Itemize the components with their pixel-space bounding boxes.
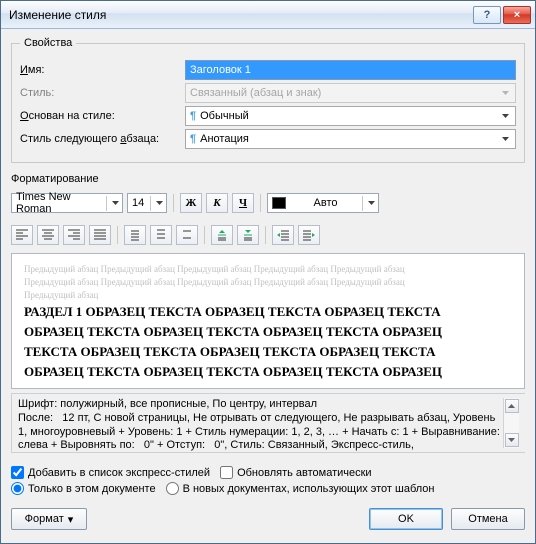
auto-color-swatch bbox=[272, 197, 286, 209]
chevron-down-icon[interactable] bbox=[106, 196, 121, 211]
add-to-express-input[interactable] bbox=[11, 466, 24, 479]
auto-update-input[interactable] bbox=[220, 466, 233, 479]
align-justify-button[interactable] bbox=[89, 225, 111, 245]
based-on-value: Обычный bbox=[200, 110, 249, 122]
modify-style-dialog: Изменение стиля ? × Свойства Имя: Стиль:… bbox=[0, 0, 536, 544]
next-style-combo[interactable]: ¶ Анотация bbox=[185, 129, 516, 149]
new-docs-input[interactable] bbox=[166, 482, 179, 495]
chevron-down-icon: ▾ bbox=[68, 513, 74, 526]
pilcrow-icon: ¶ bbox=[190, 110, 196, 122]
underline-button[interactable]: Ч bbox=[232, 193, 254, 213]
add-to-express-checkbox[interactable]: Добавить в список экспресс-стилей bbox=[11, 466, 210, 479]
properties-legend: Свойства bbox=[20, 37, 76, 49]
indent-decrease-button[interactable] bbox=[272, 225, 294, 245]
description-box: Шрифт: полужирный, все прописные, По цен… bbox=[11, 393, 525, 453]
ghost-text: Предыдущий абзац Предыдущий абзац Предыд… bbox=[24, 277, 512, 287]
paragraph-toolbar bbox=[11, 225, 525, 245]
formatting-label: Форматирование bbox=[11, 173, 525, 185]
cancel-button[interactable]: Отмена bbox=[451, 508, 525, 530]
align-left-button[interactable] bbox=[11, 225, 33, 245]
separator bbox=[204, 226, 205, 244]
new-docs-radio[interactable]: В новых документах, использующих этот ша… bbox=[166, 482, 435, 495]
chevron-down-icon bbox=[498, 86, 513, 101]
next-style-value: Анотация bbox=[200, 133, 249, 145]
pilcrow-icon: ¶ bbox=[190, 133, 196, 145]
font-toolbar: Times New Roman 14 Ж К Ч Авто bbox=[11, 193, 525, 213]
sample-text: РАЗДЕЛ 1 ОБРАЗЕЦ ТЕКСТА ОБРАЗЕЦ ТЕКСТА О… bbox=[24, 304, 512, 320]
based-on-combo[interactable]: ¶ Обычный bbox=[185, 106, 516, 126]
line-spacing-1-button[interactable] bbox=[124, 225, 146, 245]
name-input[interactable] bbox=[185, 60, 516, 80]
font-name-combo[interactable]: Times New Roman bbox=[11, 193, 123, 213]
titlebar: Изменение стиля ? × bbox=[1, 1, 535, 29]
chevron-down-icon[interactable] bbox=[498, 132, 513, 147]
format-button[interactable]: Формат ▾ bbox=[11, 508, 87, 530]
ghost-text: Предыдущий абзац Предыдущий абзац Предыд… bbox=[24, 264, 512, 274]
separator bbox=[260, 194, 261, 212]
sample-text: ТЕКСТА ОБРАЗЕЦ ТЕКСТА ОБРАЗЕЦ ТЕКСТА ОБР… bbox=[24, 344, 512, 360]
font-name-value: Times New Roman bbox=[16, 191, 103, 215]
scroll-up-button[interactable] bbox=[505, 399, 519, 413]
sample-text: ОБРАЗЕЦ ТЕКСТА ОБРАЗЕЦ ТЕКСТА ОБРАЗЕЦ ТЕ… bbox=[24, 324, 512, 340]
help-icon: ? bbox=[484, 9, 491, 21]
ok-button[interactable]: OK bbox=[369, 508, 443, 530]
style-type-label: Стиль: bbox=[20, 87, 185, 99]
auto-update-label: Обновлять автоматически bbox=[237, 467, 372, 479]
style-type-combo: Связанный (абзац и знак) bbox=[185, 83, 516, 103]
separator bbox=[173, 194, 174, 212]
help-button[interactable]: ? bbox=[473, 6, 501, 24]
line-spacing-15-button[interactable] bbox=[150, 225, 172, 245]
space-before-dec-button[interactable] bbox=[237, 225, 259, 245]
properties-group: Свойства Имя: Стиль: Связанный (абзац и … bbox=[11, 37, 525, 163]
preview-box: Предыдущий абзац Предыдущий абзац Предыд… bbox=[11, 253, 525, 389]
new-docs-label: В новых документах, использующих этот ша… bbox=[183, 483, 435, 495]
chevron-down-icon[interactable] bbox=[362, 196, 377, 211]
close-icon: × bbox=[514, 9, 520, 21]
font-color-combo[interactable]: Авто bbox=[267, 193, 379, 213]
only-this-doc-radio[interactable]: Только в этом документе bbox=[11, 482, 156, 495]
scrollbar[interactable] bbox=[503, 398, 519, 448]
line-spacing-2-button[interactable] bbox=[176, 225, 198, 245]
description-text: Шрифт: полужирный, все прописные, По цен… bbox=[18, 398, 503, 448]
chevron-down-icon[interactable] bbox=[150, 196, 165, 211]
options-block: Добавить в список экспресс-стилей Обновл… bbox=[11, 463, 525, 498]
scroll-down-button[interactable] bbox=[505, 433, 519, 447]
bold-button[interactable]: Ж bbox=[180, 193, 202, 213]
next-style-label: Стиль следующего абзаца: bbox=[20, 133, 185, 145]
font-size-combo[interactable]: 14 bbox=[127, 193, 167, 213]
align-right-button[interactable] bbox=[63, 225, 85, 245]
ghost-text: Предыдущий абзац bbox=[24, 290, 512, 300]
only-this-doc-input[interactable] bbox=[11, 482, 24, 495]
align-center-button[interactable] bbox=[37, 225, 59, 245]
indent-increase-button[interactable] bbox=[298, 225, 320, 245]
dialog-footer: Формат ▾ OK Отмена bbox=[11, 508, 525, 530]
dialog-content: Свойства Имя: Стиль: Связанный (абзац и … bbox=[1, 29, 535, 543]
font-color-value: Авто bbox=[292, 197, 359, 209]
sample-text: ОБРАЗЕЦ ТЕКСТА ОБРАЗЕЦ ТЕКСТА ОБРАЗЕЦ ТЕ… bbox=[24, 364, 512, 380]
based-on-label: Основан на стиле: bbox=[20, 110, 185, 122]
window-title: Изменение стиля bbox=[9, 8, 471, 22]
font-size-value: 14 bbox=[132, 197, 147, 209]
close-button[interactable]: × bbox=[503, 6, 531, 24]
separator bbox=[117, 226, 118, 244]
chevron-down-icon[interactable] bbox=[498, 109, 513, 124]
space-before-inc-button[interactable] bbox=[211, 225, 233, 245]
auto-update-checkbox[interactable]: Обновлять автоматически bbox=[220, 466, 372, 479]
separator bbox=[265, 226, 266, 244]
name-label: Имя: bbox=[20, 64, 185, 76]
italic-button[interactable]: К bbox=[206, 193, 228, 213]
style-type-value: Связанный (абзац и знак) bbox=[190, 87, 498, 99]
